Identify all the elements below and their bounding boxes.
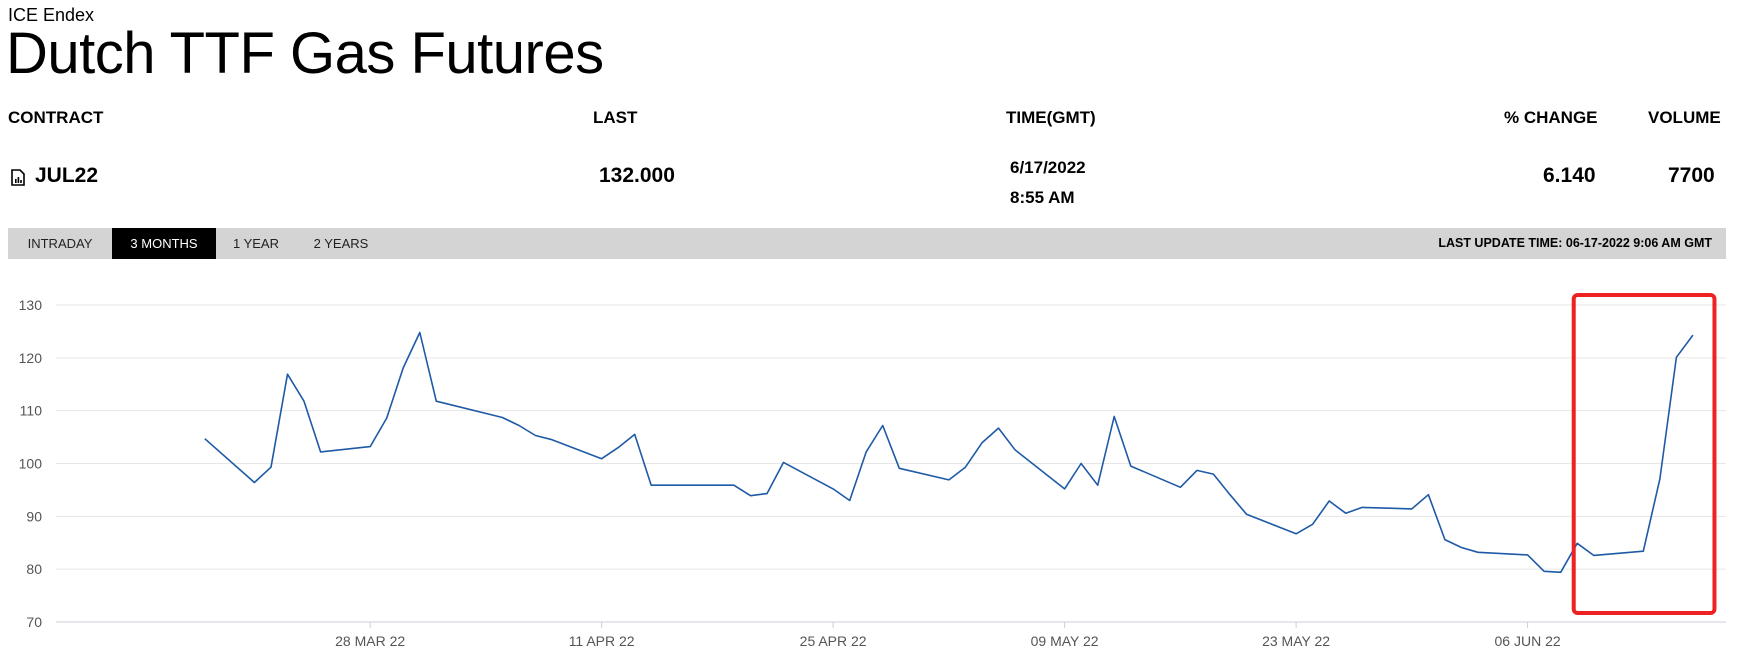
data-point [302, 399, 307, 404]
tab-2-years[interactable]: 2 YEARS [308, 228, 374, 259]
tab-intraday[interactable]: INTRADAY [8, 228, 112, 259]
data-point [252, 480, 257, 485]
data-point [1079, 461, 1084, 466]
x-tick-label: 09 MAY 22 [1031, 633, 1099, 649]
data-point [268, 465, 273, 470]
data-point [1657, 476, 1662, 481]
data-point [202, 436, 207, 441]
x-tick-label: 28 MAR 22 [335, 633, 405, 649]
data-point [880, 423, 885, 428]
data-point [318, 449, 323, 454]
volume: 7700 [1668, 164, 1715, 187]
data-point [1426, 492, 1431, 497]
data-point [368, 444, 373, 449]
tab-3-months[interactable]: 3 MONTHS [112, 228, 216, 259]
y-tick-label: 120 [19, 350, 43, 366]
data-point [1095, 483, 1100, 488]
y-tick-label: 70 [26, 614, 42, 630]
data-point [1542, 569, 1547, 574]
data-point [599, 456, 604, 461]
data-point [1442, 537, 1447, 542]
header-volume: VOLUME [1648, 108, 1721, 127]
data-point [1294, 531, 1299, 536]
data-point [1244, 512, 1249, 517]
header-last: LAST [593, 108, 638, 127]
data-point [764, 491, 769, 496]
y-tick-label: 90 [26, 508, 42, 524]
chart-document-icon[interactable] [11, 169, 25, 186]
data-point [1227, 492, 1232, 497]
data-point [384, 416, 389, 421]
header-time: TIME(GMT) [1006, 108, 1096, 127]
data-point [1674, 355, 1679, 360]
data-point [1194, 468, 1199, 473]
data-point [963, 465, 968, 470]
data-point [516, 423, 521, 428]
data-point [1211, 472, 1216, 477]
data-point [1409, 506, 1414, 511]
data-point [731, 483, 736, 488]
data-point [1475, 550, 1480, 555]
data-point [285, 372, 290, 377]
data-point [864, 449, 869, 454]
range-tab-bar: INTRADAY 3 MONTHS 1 YEAR 2 YEARS LAST UP… [8, 228, 1726, 259]
data-point [1591, 553, 1596, 558]
x-tick-label: 06 JUN 22 [1495, 633, 1561, 649]
data-point [434, 399, 439, 404]
page-title: Dutch TTF Gas Futures [6, 21, 604, 86]
x-tick-label: 25 APR 22 [800, 633, 867, 649]
data-point [781, 460, 786, 465]
data-point [1558, 570, 1563, 575]
data-point [533, 433, 538, 438]
percent-change: 6.140 [1543, 164, 1596, 187]
y-tick-label: 100 [19, 456, 43, 472]
y-tick-label: 110 [20, 403, 43, 419]
data-point [831, 486, 836, 491]
data-point [632, 432, 637, 437]
data-point [1178, 485, 1183, 490]
data-point [500, 415, 505, 420]
data-point [401, 365, 406, 370]
data-point [1343, 511, 1348, 516]
trade-date: 6/17/2022 [1010, 158, 1086, 177]
data-point [979, 440, 984, 445]
y-tick-label: 80 [26, 561, 42, 577]
data-point [1459, 545, 1464, 550]
data-point [649, 483, 654, 488]
data-point [1310, 522, 1315, 527]
highlight-box [1571, 293, 1717, 615]
trade-time: 8:55 AM [1010, 188, 1075, 207]
data-point [996, 426, 1001, 431]
data-point [1360, 505, 1365, 510]
data-point [417, 330, 422, 335]
last-update-time: LAST UPDATE TIME: 06-17-2022 9:06 AM GMT [1438, 236, 1712, 250]
data-point [748, 493, 753, 498]
header-change: % CHANGE [1504, 108, 1598, 127]
data-point [1690, 333, 1695, 338]
data-point [1112, 414, 1117, 419]
header-contract: CONTRACT [8, 108, 104, 127]
price-series-line [204, 331, 1694, 574]
data-point [1525, 552, 1530, 557]
data-point [1013, 447, 1018, 452]
data-point [847, 498, 852, 503]
contract-name[interactable]: JUL22 [35, 164, 98, 188]
data-point [946, 477, 951, 482]
data-point [897, 466, 902, 471]
x-tick-label: 23 MAY 22 [1262, 633, 1330, 649]
x-tick-label: 11 APR 22 [569, 633, 635, 649]
data-point [1327, 499, 1332, 504]
data-point [1062, 486, 1067, 491]
tab-1-year[interactable]: 1 YEAR [228, 228, 284, 259]
data-point [1641, 549, 1646, 554]
data-point [1128, 464, 1133, 469]
price-chart: 70 80 90 100 110 120 130 28 MAR 22 11 APR 22 25 … [19, 293, 1726, 649]
data-point [616, 445, 621, 450]
y-tick-label: 130 [19, 297, 43, 313]
last-price: 132.000 [599, 164, 675, 187]
data-point [550, 437, 555, 442]
